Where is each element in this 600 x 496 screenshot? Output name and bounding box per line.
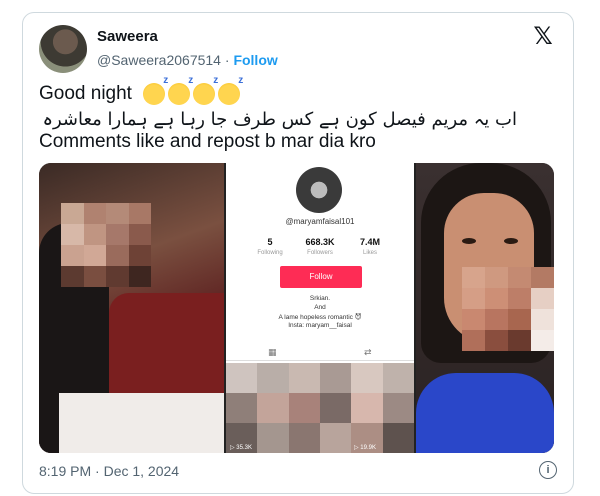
video-views: ▷ 19.9K [354,445,376,451]
image-detail [416,373,554,453]
handle[interactable]: @Saweera2067514 [97,52,221,68]
tweet-text-line-3: Comments like and repost b mar dia kro [39,131,376,152]
repost-icon: ⇄ [364,347,372,357]
image-detail [504,238,518,244]
bio-line: Srkian. [309,295,331,302]
profile-follow-button: Follow [280,266,362,288]
tweet-media[interactable]: @maryamfaisal101 5 Following 668.3K Foll… [39,163,554,453]
grid-icon: ▦ [268,347,277,357]
separator: · [220,52,234,68]
stat-following-label: Following [257,250,283,256]
sleeping-face-icon [193,75,218,105]
bio-line: A lame hopeless romantic 😈 [278,314,362,321]
stat-following-value: 5 [267,237,273,247]
media-image-right[interactable] [416,163,554,453]
profile-username: @maryamfaisal101 [285,217,355,226]
stat-followers-label: Followers [307,250,333,256]
stat-likes-value: 7.4M [359,237,380,247]
stat-likes-label: Likes [362,250,377,256]
handle-row: @Saweera2067514 · Follow [97,52,278,68]
video-grid: ▷ 35.3K ▷ 19.9K [226,363,414,453]
sleeping-face-icon [168,75,193,105]
profile-tabbar: ▦ ⇄ [226,346,414,361]
tweet-timestamp[interactable]: 8:19 PM · Dec 1, 2024 [39,463,179,479]
video-views: ▷ 35.3K [230,445,252,451]
tweet-text-urdu: اب یہ مریم فیصل کون ہے کس طرف جا رہا ہے … [42,109,517,130]
display-name[interactable]: Saweera [97,28,158,45]
bio-line: And [314,304,326,311]
sleeping-face-icon [218,75,243,105]
bio-line: Insta: maryam__faisal [288,322,352,329]
image-detail [59,393,224,453]
tweet-text-line-1: Good night [39,75,243,105]
pixelated-face [61,203,151,287]
info-icon[interactable]: i [539,461,557,479]
image-detail [462,238,476,244]
tweet-card: Saweera @Saweera2067514 · Follow 𝕏 Good … [22,12,574,494]
media-image-left[interactable] [39,163,224,453]
sleeping-emoji-row [143,75,243,105]
media-image-profile-screenshot[interactable]: @maryamfaisal101 5 Following 668.3K Foll… [226,163,414,453]
pixelated-face [462,267,554,351]
follow-link[interactable]: Follow [233,52,277,68]
avatar[interactable] [39,25,87,73]
text-good-night: Good night [39,83,132,105]
pixelated-thumbnails [226,363,414,453]
stat-followers-value: 668.3K [305,237,335,247]
x-logo-icon[interactable]: 𝕏 [531,25,555,49]
profile-avatar [296,167,342,213]
sleeping-face-icon [143,75,168,105]
